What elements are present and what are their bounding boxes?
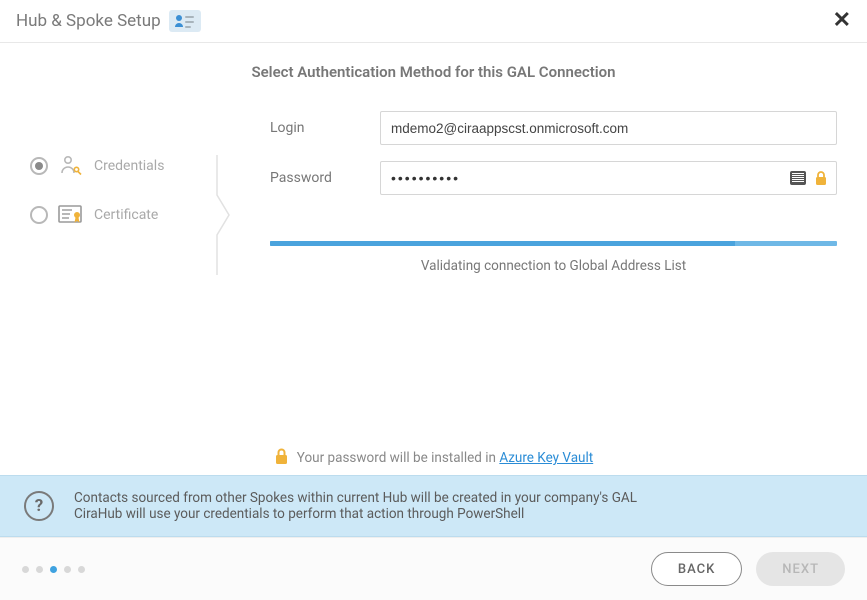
- radio-icon: [30, 206, 48, 224]
- info-line-1: Contacts sourced from other Spokes withi…: [74, 490, 637, 506]
- login-input[interactable]: [380, 111, 837, 145]
- page-title: Hub & Spoke Setup: [16, 11, 161, 31]
- auth-method-list: Credentials Certificate: [30, 111, 230, 475]
- titlebar: Hub & Spoke Setup ✕: [0, 0, 867, 43]
- certificate-icon: [58, 205, 84, 225]
- auth-option-certificate[interactable]: Certificate: [30, 205, 229, 225]
- password-input[interactable]: [391, 170, 782, 186]
- radio-icon: [30, 157, 48, 175]
- back-button[interactable]: BACK: [651, 552, 742, 586]
- step-dot: [36, 566, 43, 573]
- step-dot: [22, 566, 29, 573]
- step-dot: [64, 566, 71, 573]
- auth-option-label: Credentials: [94, 158, 164, 174]
- info-band: ? Contacts sourced from other Spokes wit…: [0, 475, 867, 537]
- help-icon[interactable]: ?: [24, 491, 54, 521]
- progress-label: Validating connection to Global Address …: [270, 258, 837, 274]
- password-note-text: Your password will be installed in: [297, 450, 500, 466]
- lock-icon: [274, 447, 289, 469]
- step-dot: [78, 566, 85, 573]
- progress-bar: [270, 241, 837, 246]
- key-vault-link[interactable]: Azure Key Vault: [499, 450, 593, 466]
- login-label: Login: [270, 120, 380, 136]
- titlebar-left: Hub & Spoke Setup: [16, 10, 201, 32]
- setup-badge-icon: [169, 10, 201, 32]
- lock-icon: [814, 170, 828, 186]
- next-button[interactable]: NEXT: [756, 552, 845, 586]
- section-heading: Select Authentication Method for this GA…: [30, 63, 837, 81]
- footer: BACK NEXT: [0, 537, 867, 600]
- credentials-form: Login Password: [230, 111, 837, 475]
- progress-area: Validating connection to Global Address …: [270, 241, 837, 274]
- keyboard-icon[interactable]: [790, 171, 806, 185]
- password-label: Password: [270, 170, 380, 186]
- step-indicator: [22, 566, 85, 573]
- step-dot-active: [50, 566, 57, 573]
- auth-option-credentials[interactable]: Credentials: [30, 155, 229, 177]
- divider-notch: [216, 155, 230, 275]
- content: Select Authentication Method for this GA…: [0, 43, 867, 475]
- info-line-2: CiraHub will use your credentials to per…: [74, 506, 637, 522]
- credentials-icon: [58, 155, 84, 177]
- password-note: Your password will be installed in Azure…: [0, 447, 867, 469]
- auth-option-label: Certificate: [94, 207, 158, 223]
- close-icon[interactable]: ✕: [833, 10, 851, 32]
